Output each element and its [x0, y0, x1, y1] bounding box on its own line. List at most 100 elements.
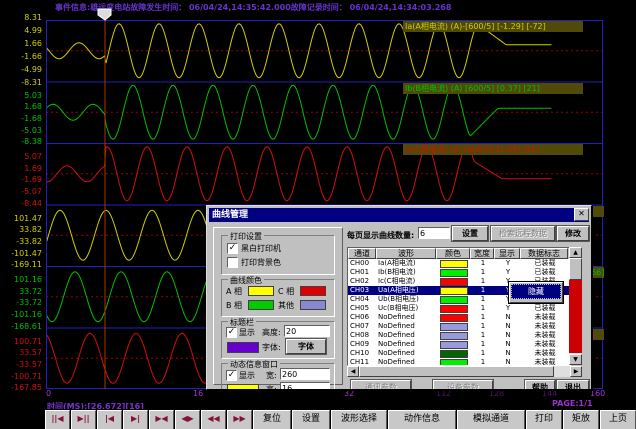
column-header[interactable]: 通道	[348, 248, 376, 259]
print-bg-checkbox[interactable]	[227, 257, 238, 268]
cell: CH01	[348, 268, 376, 277]
nav-button-6[interactable]: ◀◀	[201, 410, 226, 429]
close-icon[interactable]: ✕	[574, 208, 589, 221]
dyninfo-color-swatch[interactable]	[227, 384, 259, 390]
comm-params-button[interactable]: 通讯参数	[351, 380, 411, 390]
axis-value: -5.07	[0, 188, 42, 196]
toolbar-打印[interactable]: 打印	[526, 410, 562, 429]
axis-value: 5.07	[0, 153, 42, 161]
table-row-CH01[interactable]: CH01Ib(B相电流)1Y已装载	[348, 268, 570, 277]
cell: Ic(C相电流)	[376, 277, 436, 286]
phase-b-swatch[interactable]	[248, 300, 274, 310]
toolbar-设置[interactable]: 设置	[292, 410, 330, 429]
toolbar-波形选择[interactable]: 波形选择	[331, 410, 387, 429]
channel-table: 通道波形颜色宽度显示数据标志CH00Ia(A相电流)1Y已装载CH01Ib(B相…	[347, 247, 571, 366]
cell: 1	[470, 277, 494, 286]
table-row-CH09[interactable]: CH09NoDefined1N未装载	[348, 340, 570, 349]
nav-button-1[interactable]: ▶||	[71, 410, 96, 429]
scroll-left-icon[interactable]: ◀	[347, 366, 359, 377]
font-label: 字体:	[262, 342, 281, 353]
axis-value: -169.11	[0, 261, 42, 269]
table-row-CH07[interactable]: CH07NoDefined1N未装载	[348, 322, 570, 331]
device-params-button[interactable]: 设备参数	[433, 380, 493, 390]
nav-button-7[interactable]: ▶▶	[227, 410, 252, 429]
table-row-CH06[interactable]: CH06NoDefined1N未装载	[348, 313, 570, 322]
toolbar-复位[interactable]: 复位	[253, 410, 291, 429]
cell: Ub(B相电压)	[376, 295, 436, 304]
toolbar-上页[interactable]: 上页	[600, 410, 636, 429]
toolbar-矩放[interactable]: 矩放	[563, 410, 599, 429]
dyninfo-height-input[interactable]	[280, 382, 330, 390]
h-scroll-thumb[interactable]	[359, 366, 554, 377]
axis-value: -8.38	[0, 138, 42, 146]
cell: CH08	[348, 331, 376, 340]
v-scroll-channel-active[interactable]	[569, 280, 582, 353]
menu-item-hide[interactable]: 隐藏	[511, 284, 561, 299]
axis-value: -168.61	[0, 323, 42, 331]
scroll-down-icon[interactable]: ▼	[569, 354, 582, 365]
scroll-up-icon[interactable]: ▲	[569, 247, 582, 258]
cell: CH11	[348, 358, 376, 366]
time-cursor-flag[interactable]	[97, 8, 113, 21]
cell: CH07	[348, 322, 376, 331]
per-page-input[interactable]	[418, 227, 450, 239]
bw-printer-checkbox[interactable]: ✓	[227, 243, 238, 254]
axis-value: -33.57	[0, 361, 42, 369]
table-row-CH05[interactable]: CH05Uc(B相电压)1Y已装载	[348, 304, 570, 313]
dyninfo-show-checkbox[interactable]: ✓	[226, 370, 237, 381]
axis-value: 33.57	[0, 349, 42, 357]
table-row-CH08[interactable]: CH08NoDefined1N未装载	[348, 331, 570, 340]
cell: Ua(A相电压)	[376, 286, 436, 295]
h-scrollbar[interactable]: ◀ ▶	[347, 366, 582, 377]
v-scroll-thumb[interactable]	[569, 258, 582, 280]
toolbar-模拟通道[interactable]: 模拟通道	[457, 410, 525, 429]
cell: N	[494, 313, 520, 322]
axis-value: 33.72	[0, 288, 42, 296]
set-button[interactable]: 设置	[452, 226, 488, 241]
titlebar-height-input[interactable]	[284, 325, 330, 337]
titlebar-color-swatch[interactable]	[227, 342, 259, 353]
column-header[interactable]: 宽度	[470, 248, 494, 259]
help-button[interactable]: 帮助	[525, 380, 555, 390]
retrieve-remote-button[interactable]: 检索远程数据	[491, 226, 555, 241]
nav-button-0[interactable]: ||◀	[45, 410, 70, 429]
nav-button-5[interactable]: ◀▶	[175, 410, 200, 429]
dyninfo-width-input[interactable]	[280, 368, 330, 380]
titlebar-show-checkbox[interactable]: ✓	[226, 327, 237, 338]
color-cell	[436, 358, 470, 366]
bw-printer-label: 黑白打印机	[241, 243, 281, 254]
column-header[interactable]: 颜色	[436, 248, 470, 259]
dialog-titlebar[interactable]: 曲线管理	[209, 208, 589, 222]
table-row-CH10[interactable]: CH10NoDefined1N未装载	[348, 349, 570, 358]
table-row-CH00[interactable]: CH00Ia(A相电流)1Y已装载	[348, 259, 570, 268]
table-row-CH11[interactable]: CH11NoDefined1N未装载	[348, 358, 570, 366]
modify-button[interactable]: 修改	[557, 226, 589, 241]
phase-a-swatch[interactable]	[248, 286, 274, 296]
column-header[interactable]: 数据标志	[520, 248, 568, 259]
scroll-right-icon[interactable]: ▶	[570, 366, 582, 377]
nav-button-4[interactable]: ▶◀	[149, 410, 174, 429]
cell: CH03	[348, 286, 376, 295]
color-cell	[436, 277, 470, 286]
axis-value: 101.47	[0, 215, 42, 223]
axis-value: -8.44	[0, 200, 42, 208]
column-header[interactable]: 显示	[494, 248, 520, 259]
column-header[interactable]: 波形	[376, 248, 436, 259]
phase-other-swatch[interactable]	[300, 300, 326, 310]
exit-button[interactable]: 退出	[557, 380, 589, 390]
font-button[interactable]: 字体	[286, 339, 326, 354]
cell: 1	[470, 313, 494, 322]
v-scrollbar[interactable]: ▲ ▼	[569, 247, 582, 364]
cell: 1	[470, 358, 494, 366]
phase-c-swatch[interactable]	[300, 286, 326, 296]
nav-button-2[interactable]: |◀	[97, 410, 122, 429]
nav-button-3[interactable]: ▶|	[123, 410, 148, 429]
per-page-label: 每页显示曲线数量:	[347, 230, 414, 241]
cell: NoDefined	[376, 313, 436, 322]
x-tick: 160	[590, 389, 605, 398]
axis-value: 1.66	[0, 40, 42, 48]
toolbar-动作信息[interactable]: 动作信息	[388, 410, 456, 429]
color-cell	[436, 349, 470, 358]
axis-value: -100.71	[0, 373, 42, 381]
cell: CH02	[348, 277, 376, 286]
